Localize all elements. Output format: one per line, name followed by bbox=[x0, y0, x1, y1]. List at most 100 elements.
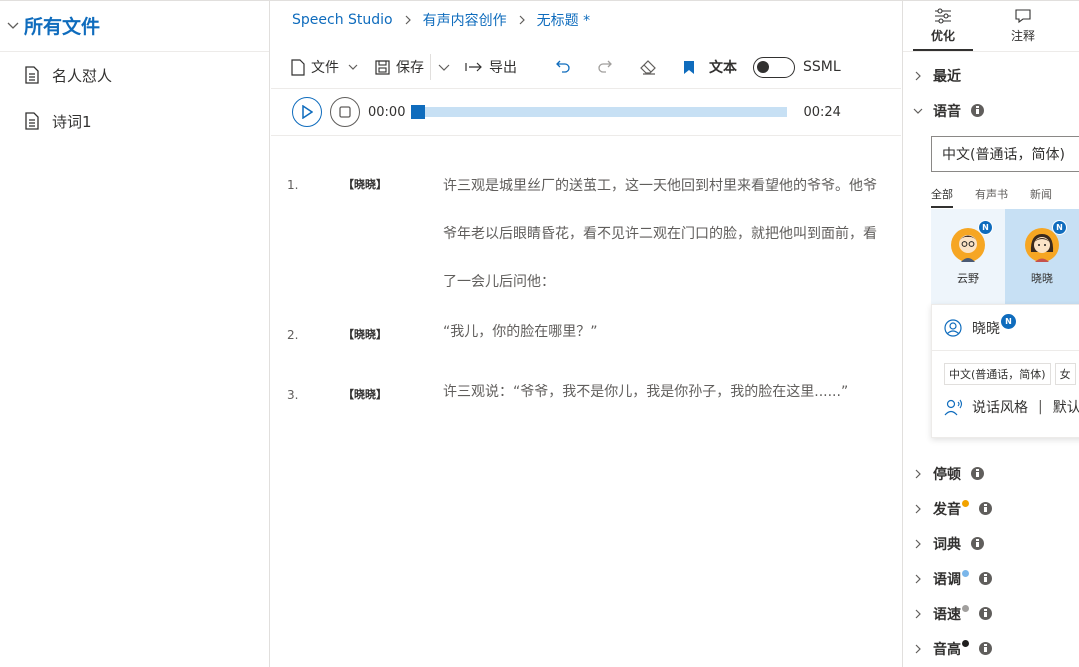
section-rate[interactable]: 语速 bbox=[903, 596, 1079, 631]
status-dot bbox=[962, 500, 969, 507]
section-pitch[interactable]: 音高 bbox=[903, 631, 1079, 666]
info-icon[interactable] bbox=[979, 502, 992, 515]
section-pronunciation[interactable]: 发音 bbox=[903, 491, 1079, 526]
info-icon[interactable] bbox=[971, 537, 984, 550]
info-icon[interactable] bbox=[979, 642, 992, 655]
info-icon[interactable] bbox=[971, 467, 984, 480]
section-recent[interactable]: 最近 bbox=[903, 58, 1079, 93]
breadcrumb-speech-studio[interactable]: Speech Studio bbox=[292, 12, 393, 28]
line-number: 2. bbox=[287, 328, 299, 342]
playback-progress-track[interactable] bbox=[411, 105, 788, 119]
chevron-down-icon bbox=[348, 64, 358, 70]
playback-progress-thumb[interactable] bbox=[411, 105, 426, 119]
section-label: 语速 bbox=[933, 606, 961, 623]
file-icon bbox=[291, 58, 305, 76]
script-line[interactable]: 1. 【晓晓】 许三观是城里丝厂的送茧工，这一天他回到村里来看望他的爷爷。他爷爷… bbox=[271, 160, 901, 310]
section-pause[interactable]: 停顿 bbox=[903, 456, 1079, 491]
new-badge: N bbox=[1001, 314, 1016, 329]
tab-annotation-label: 注释 bbox=[1010, 28, 1035, 43]
tab-optimize-label: 优化 bbox=[930, 28, 955, 43]
text-ssml-toggle[interactable] bbox=[753, 56, 795, 78]
file-menu-button[interactable]: 文件 bbox=[291, 52, 359, 82]
text-mode-label[interactable]: 文本 bbox=[709, 57, 737, 77]
section-voice-label: 语音 bbox=[933, 103, 961, 120]
voice-option-yunye[interactable]: N 云野 bbox=[931, 209, 1005, 304]
voice-tag-language: 中文(普通话，简体) bbox=[944, 363, 1051, 385]
line-text[interactable]: 许三观说：“爷爷，我不是你儿，我是你孙子，我的脸在这里......” bbox=[443, 368, 883, 430]
editor-area: Speech Studio 有声内容创作 无标题 * 文件 保存 导出 文本 S… bbox=[271, 0, 901, 667]
line-speaker-tag[interactable]: 【晓晓】 bbox=[343, 326, 387, 342]
panel-tabs: 优化 注释 bbox=[903, 0, 1079, 52]
export-button[interactable]: 导出 bbox=[465, 52, 517, 82]
section-voice[interactable]: 语音 bbox=[903, 93, 1079, 128]
person-icon bbox=[944, 318, 962, 337]
chevron-down-icon[interactable] bbox=[437, 60, 451, 74]
undo-icon[interactable] bbox=[555, 59, 571, 75]
chevron-right-icon bbox=[915, 609, 921, 618]
avatar: N bbox=[1025, 219, 1067, 262]
bookmark-icon[interactable] bbox=[683, 60, 695, 75]
script-line[interactable]: 3. 【晓晓】 许三观说：“爷爷，我不是你儿，我是你孙子，我的脸在这里.....… bbox=[271, 370, 901, 430]
all-files-header[interactable]: 所有文件 bbox=[0, 0, 269, 52]
line-text[interactable]: 许三观是城里丝厂的送茧工，这一天他回到村里来看望他的爷爷。他爷爷年老以后眼睛昏花… bbox=[443, 162, 883, 310]
stop-button[interactable] bbox=[330, 97, 360, 127]
save-label: 保存 bbox=[396, 60, 424, 76]
chevron-right-icon bbox=[915, 644, 921, 653]
voice-category-tabs: 全部 有声书 新闻 bbox=[931, 186, 1079, 208]
line-text[interactable]: “我儿，你的脸在哪里？” bbox=[443, 308, 883, 370]
file-item[interactable]: 名人怼人 bbox=[0, 52, 269, 98]
sliders-icon bbox=[935, 7, 951, 24]
line-speaker-tag[interactable]: 【晓晓】 bbox=[343, 176, 387, 192]
save-icon bbox=[375, 59, 390, 75]
voice-name: 云野 bbox=[957, 271, 979, 285]
voice-tab-all[interactable]: 全部 bbox=[931, 186, 953, 208]
tab-optimize[interactable]: 优化 bbox=[903, 0, 983, 51]
redo-icon[interactable] bbox=[597, 59, 613, 75]
voice-option-xiaoxiao[interactable]: N 晓晓 bbox=[1005, 209, 1079, 304]
section-label: 停顿 bbox=[933, 466, 961, 483]
line-speaker-tag[interactable]: 【晓晓】 bbox=[343, 386, 387, 402]
new-badge: N bbox=[1052, 219, 1067, 235]
breadcrumb-audio-content[interactable]: 有声内容创作 bbox=[423, 10, 507, 30]
file-item[interactable]: 诗词1 bbox=[0, 98, 269, 144]
selected-voice-card: 晓晓 N 中文(普通话，简体) 女 说话风格 | 默认 bbox=[931, 304, 1079, 438]
editor-toolbar: 文件 保存 导出 文本 SSML bbox=[271, 48, 901, 86]
line-number: 1. bbox=[287, 178, 299, 192]
voice-tab-news[interactable]: 新闻 bbox=[1030, 186, 1052, 208]
audio-player: 00:00 00:24 bbox=[271, 88, 901, 136]
breadcrumb: Speech Studio 有声内容创作 无标题 * bbox=[292, 10, 590, 30]
breadcrumb-current-file[interactable]: 无标题 * bbox=[537, 10, 590, 30]
toggle-knob bbox=[757, 60, 769, 73]
play-icon bbox=[302, 105, 313, 119]
info-icon[interactable] bbox=[971, 104, 984, 117]
language-select[interactable]: 中文(普通话，简体) bbox=[931, 136, 1079, 172]
info-icon[interactable] bbox=[979, 607, 992, 620]
play-button[interactable] bbox=[292, 97, 322, 127]
chevron-right-icon bbox=[915, 469, 921, 478]
comment-icon bbox=[1015, 8, 1031, 23]
chevron-down-icon[interactable] bbox=[6, 19, 20, 33]
ssml-mode-label[interactable]: SSML bbox=[803, 59, 841, 75]
avatar: N bbox=[951, 219, 993, 262]
selected-voice-row: 晓晓 N bbox=[932, 305, 1079, 351]
speaking-style-row[interactable]: 说话风格 | 默认 bbox=[944, 397, 1079, 417]
chevron-right-icon bbox=[915, 71, 921, 80]
script-lines: 1. 【晓晓】 许三观是城里丝厂的送茧工，这一天他回到村里来看望他的爷爷。他爷爷… bbox=[271, 160, 901, 430]
save-button[interactable]: 保存 bbox=[375, 52, 424, 82]
section-lexicon[interactable]: 词典 bbox=[903, 526, 1079, 561]
file-item-label: 名人怼人 bbox=[52, 66, 113, 85]
chevron-right-icon bbox=[915, 504, 921, 513]
eraser-icon[interactable] bbox=[639, 59, 657, 75]
file-item-label: 诗词1 bbox=[52, 112, 92, 131]
voice-tab-audiobook[interactable]: 有声书 bbox=[975, 186, 1008, 208]
new-badge: N bbox=[978, 219, 993, 235]
info-icon[interactable] bbox=[979, 572, 992, 585]
script-line[interactable]: 2. 【晓晓】 “我儿，你的脸在哪里？” bbox=[271, 310, 901, 370]
chevron-right-icon bbox=[915, 539, 921, 548]
section-intonation[interactable]: 语调 bbox=[903, 561, 1079, 596]
chevron-right-icon bbox=[519, 15, 525, 25]
voice-tag-gender: 女 bbox=[1054, 363, 1076, 385]
tab-annotation[interactable]: 注释 bbox=[983, 0, 1063, 51]
stop-icon bbox=[339, 106, 351, 118]
voice-speaking-icon bbox=[944, 399, 963, 416]
